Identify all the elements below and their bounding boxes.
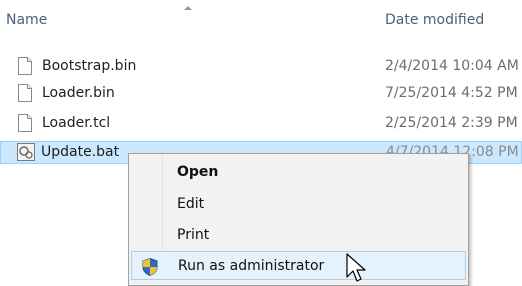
menu-item-print[interactable]: Print xyxy=(131,221,466,250)
generic-file-icon xyxy=(18,84,32,102)
sort-ascending-icon xyxy=(184,6,192,10)
column-header-date-modified[interactable]: Date modified xyxy=(385,12,484,28)
generic-file-icon xyxy=(18,57,32,75)
file-date: 2/4/2014 10:04 AM xyxy=(385,58,519,74)
context-menu: Open Edit Print Run as administrator xyxy=(128,153,469,286)
menu-item-label: Edit xyxy=(177,196,205,212)
file-name: Loader.tcl xyxy=(42,115,111,131)
mouse-cursor-icon xyxy=(346,253,366,282)
batch-file-icon xyxy=(17,143,35,161)
column-header-date-label: Date modified xyxy=(385,12,485,28)
column-header-name[interactable]: Name xyxy=(6,12,47,28)
file-name: Update.bat xyxy=(41,144,120,160)
menu-item-label: Open xyxy=(177,164,219,180)
file-name: Loader.bin xyxy=(42,85,115,101)
file-date: 7/25/2014 4:52 PM xyxy=(385,85,518,101)
menu-item-label: Print xyxy=(177,227,210,243)
uac-shield-icon xyxy=(142,258,158,276)
generic-file-icon xyxy=(18,114,32,132)
file-row[interactable]: Bootstrap.bin 2/4/2014 10:04 AM xyxy=(8,56,522,79)
file-date: 2/25/2014 2:39 PM xyxy=(385,115,518,131)
menu-item-label: Run as administrator xyxy=(178,258,325,274)
menu-item-run-as-administrator[interactable]: Run as administrator xyxy=(131,251,466,280)
file-name: Bootstrap.bin xyxy=(42,58,137,74)
file-row[interactable]: Loader.bin 7/25/2014 4:52 PM xyxy=(8,83,522,106)
menu-item-open[interactable]: Open xyxy=(131,158,466,187)
file-row[interactable]: Loader.tcl 2/25/2014 2:39 PM xyxy=(8,113,522,136)
menu-item-edit[interactable]: Edit xyxy=(131,190,466,219)
column-header-name-label: Name xyxy=(6,12,48,28)
